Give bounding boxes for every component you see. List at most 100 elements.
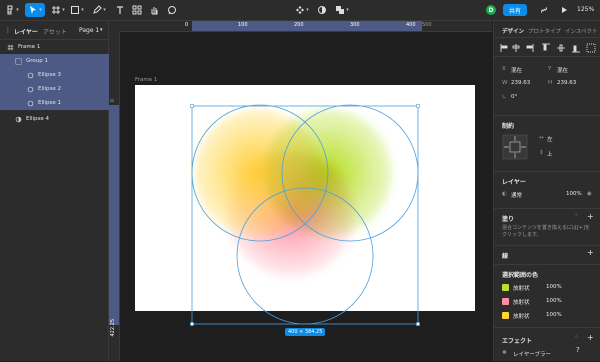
layer-name: Ellipse 3	[38, 72, 62, 78]
move-tool-button[interactable]: ▾	[25, 3, 45, 17]
align-toolbar	[494, 37, 600, 56]
component-button[interactable]: ▾	[293, 3, 311, 17]
layer-section: レイヤー ◐ 通常 100% ◉	[494, 171, 600, 208]
x-input[interactable]: 混在	[511, 66, 522, 74]
y-label: Y	[548, 66, 552, 72]
blend-mode-select[interactable]: 通常	[511, 191, 522, 199]
frame-icon	[6, 43, 14, 51]
color-opacity[interactable]: 100%	[546, 284, 562, 290]
ruler-tick-label: 500	[422, 22, 432, 28]
selection-colors-title: 選択範囲の色	[502, 272, 539, 279]
ruler-tick-label: 400	[406, 22, 416, 28]
color-label: 放射状	[513, 286, 530, 292]
add-stroke-icon[interactable]: +	[587, 248, 594, 257]
stroke-title: 線	[502, 253, 509, 260]
blur-ellipse-icon	[14, 115, 22, 123]
layer-row-frame-1[interactable]: Frame 1	[0, 40, 114, 54]
pen-tool-button[interactable]: ▾	[90, 3, 108, 17]
color-label: 放射状	[513, 300, 530, 306]
tab-design[interactable]: デザイン	[502, 27, 524, 35]
canvas[interactable]: Frame 1 400 × 384.25	[120, 32, 492, 361]
effect-type-select[interactable]: レイヤーブラー	[513, 350, 551, 358]
color-opacity[interactable]: 100%	[546, 298, 562, 304]
play-icon	[562, 7, 567, 13]
ruler-tick-label: 422.25	[110, 319, 116, 337]
mask-icon	[318, 6, 326, 14]
layer-row-ellipse-4[interactable]: Ellipse 4	[0, 112, 122, 126]
rotation-input[interactable]: 0°	[511, 94, 517, 100]
layer-name: Frame 1	[18, 44, 41, 50]
avatar[interactable]: D	[486, 5, 496, 15]
color-swatch[interactable]	[502, 284, 509, 291]
tab-layers[interactable]: レイヤー	[14, 27, 38, 36]
comment-icon	[168, 6, 176, 15]
horizontal-constraint-icon: ↔	[539, 135, 544, 141]
ruler-tick-label: 300	[350, 22, 360, 28]
tab-inspect[interactable]: インスペクト	[565, 27, 598, 35]
layer-name: Ellipse 4	[26, 116, 50, 122]
w-input[interactable]: 239.63	[511, 80, 530, 86]
constraint-widget[interactable]	[502, 134, 528, 160]
share-button[interactable]: 共有	[503, 4, 527, 16]
layer-opacity-input[interactable]: 100%	[566, 191, 582, 197]
resize-handle[interactable]	[190, 322, 194, 326]
layer-name: Ellipse 1	[38, 100, 62, 106]
ellipse-icon	[26, 99, 34, 107]
layer-row-group-1[interactable]: Group 1	[0, 54, 122, 68]
cursor-icon	[30, 6, 37, 14]
ruler-selection-highlight	[109, 105, 119, 325]
resize-handle[interactable]	[416, 104, 420, 108]
help-button[interactable]: ?	[576, 346, 580, 354]
resources-icon	[132, 5, 142, 15]
x-label: X	[502, 66, 506, 72]
present-button[interactable]	[555, 3, 573, 17]
w-label: W	[502, 80, 508, 86]
blend-mode-icon: ◐	[502, 191, 507, 197]
effect-settings-icon[interactable]: ✺	[502, 350, 507, 356]
page-selector[interactable]: Page 1	[79, 27, 99, 34]
left-panel-tabs: ⋮ レイヤー アセット Page 1 ▾	[0, 21, 108, 40]
hand-tool-button[interactable]	[145, 3, 163, 17]
text-icon	[117, 6, 123, 14]
shape-tool-button[interactable]: ▾	[68, 3, 86, 17]
horizontal-constraint-select[interactable]: 左	[547, 135, 553, 143]
tab-prototype[interactable]: プロトタイプ	[528, 27, 561, 35]
ruler-tick-label: 200	[294, 22, 304, 28]
boolean-button[interactable]: ▾	[333, 3, 351, 17]
style-grid-icon[interactable]: ⁘	[574, 212, 579, 218]
frame-tool-button[interactable]: ▾	[49, 3, 67, 17]
alignment-icons	[500, 43, 596, 53]
main-menu-button[interactable]: ▾	[3, 3, 21, 17]
eye-icon[interactable]: ◉	[587, 191, 592, 197]
y-input[interactable]: 混在	[557, 66, 568, 74]
color-opacity[interactable]: 100%	[546, 312, 562, 318]
add-effect-icon[interactable]: +	[587, 333, 594, 342]
figma-logo-icon	[7, 5, 13, 15]
layer-name: Group 1	[26, 58, 48, 64]
ellipse-icon	[26, 71, 34, 79]
pen-icon	[93, 5, 102, 14]
color-swatch[interactable]	[502, 298, 509, 305]
text-tool-button[interactable]	[111, 3, 129, 17]
comment-tool-button[interactable]	[163, 3, 181, 17]
add-fill-icon[interactable]: +	[587, 212, 594, 221]
mask-button[interactable]	[313, 3, 331, 17]
resources-tool-button[interactable]	[128, 3, 146, 17]
design-panel: デザイン プロトタイプ インスペクト X 混在 Y 混在 W 239.63 H …	[493, 21, 600, 361]
layers-panel: ⋮ レイヤー アセット Page 1 ▾ Frame 1 Group 1 Ell…	[0, 21, 134, 361]
frame-icon	[52, 6, 61, 14]
effects-title: エフェクト	[502, 338, 533, 345]
resize-handle[interactable]	[416, 322, 420, 326]
tab-layers-icon: ⋮	[5, 27, 11, 34]
effects-section: エフェクト ⁘ + ✺ レイヤーブラー ?	[494, 327, 600, 362]
resize-handle[interactable]	[190, 104, 194, 108]
hand-icon	[151, 7, 158, 15]
zoom-dropdown[interactable]: 125%	[577, 6, 594, 13]
h-input[interactable]: 239.63	[557, 80, 576, 86]
style-grid-icon[interactable]: ⁘	[574, 334, 579, 340]
vertical-constraint-select[interactable]: 上	[547, 150, 553, 158]
constraints-title: 制約	[502, 123, 515, 130]
dev-mode-button[interactable]	[535, 3, 553, 17]
color-swatch[interactable]	[502, 312, 509, 319]
tab-assets[interactable]: アセット	[43, 27, 67, 36]
